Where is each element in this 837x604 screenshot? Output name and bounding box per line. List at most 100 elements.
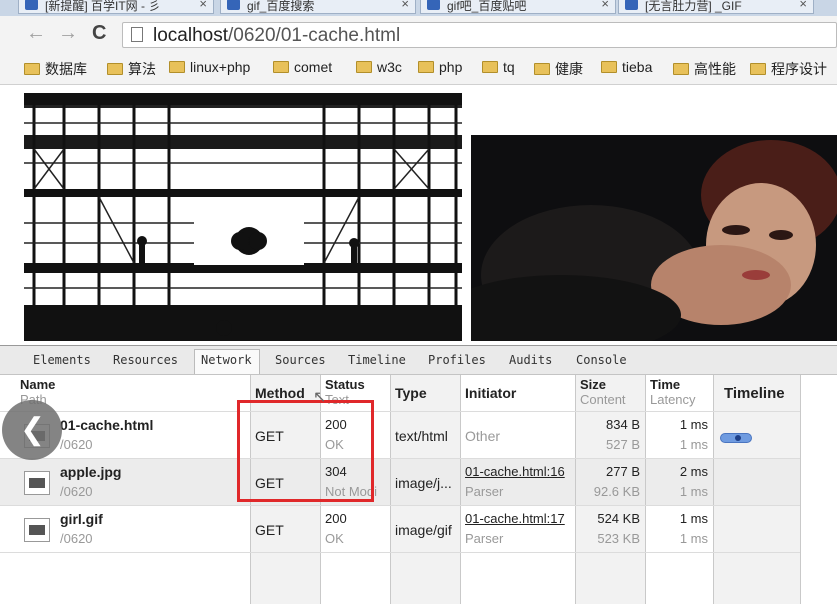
- tab-sources[interactable]: Sources: [275, 353, 326, 367]
- bookmark-folder[interactable]: 高性能: [673, 59, 736, 79]
- request-time: 1 ms: [679, 417, 708, 432]
- request-latency: 1 ms: [679, 531, 708, 546]
- reload-icon[interactable]: C: [92, 22, 106, 45]
- page-icon: [131, 27, 143, 42]
- browser-tab-1[interactable]: [新提醒] 百学IT网 - 彡 ×: [18, 0, 214, 14]
- column-divider: [713, 375, 714, 604]
- url-text[interactable]: localhost/0620/01-cache.html: [153, 25, 400, 47]
- bookmark-folder[interactable]: tq: [482, 59, 515, 75]
- bookmark-label: php: [439, 59, 463, 75]
- url-host: localhost: [153, 25, 228, 46]
- folder-icon: [418, 61, 434, 73]
- address-bar[interactable]: localhost/0620/01-cache.html: [122, 22, 837, 48]
- column-divider: [575, 375, 576, 604]
- mouse-cursor-icon: ↖: [313, 389, 327, 406]
- request-status-text: OK: [325, 531, 344, 546]
- bookmark-label: 程序设计: [771, 61, 827, 77]
- request-name[interactable]: apple.jpg: [60, 464, 121, 480]
- tab-close-icon[interactable]: ×: [199, 0, 207, 11]
- network-request-table: Name Path Method Status Text Type Initia…: [0, 375, 837, 604]
- request-path: /0620: [60, 531, 93, 546]
- apple-stage-image: [24, 93, 462, 341]
- tab-close-icon[interactable]: ×: [601, 0, 609, 11]
- tab-console[interactable]: Console: [576, 353, 627, 367]
- request-name[interactable]: girl.gif: [60, 511, 103, 527]
- bookmark-folder[interactable]: comet: [273, 59, 332, 75]
- tab-close-icon[interactable]: ×: [799, 0, 807, 11]
- bookmark-folder[interactable]: tieba: [601, 59, 652, 75]
- image-file-icon: [24, 518, 50, 542]
- request-initiator-sub: Parser: [465, 531, 504, 546]
- bookmarks-bar: 数据库 算法 linux+php comet w3c php tq 健康 tie…: [0, 54, 837, 85]
- bookmark-label: w3c: [377, 59, 402, 75]
- request-size: 834 B: [606, 417, 640, 432]
- bookmark-folder[interactable]: 健康: [534, 59, 583, 79]
- header-name[interactable]: Name: [20, 377, 55, 392]
- request-content-size: 523 KB: [597, 531, 640, 546]
- folder-icon: [169, 61, 185, 73]
- folder-icon: [601, 61, 617, 73]
- row-divider: [0, 505, 800, 506]
- folder-icon: [24, 63, 40, 75]
- timeline-bar[interactable]: [720, 433, 752, 443]
- favicon-icon: [25, 0, 38, 10]
- tab-elements[interactable]: Elements: [33, 353, 91, 367]
- request-name[interactable]: 01-cache.html: [60, 417, 153, 433]
- bookmark-label: 数据库: [45, 61, 87, 77]
- request-type: image/gif: [395, 522, 452, 538]
- tab-audits[interactable]: Audits: [509, 353, 552, 367]
- row-divider: [0, 458, 800, 459]
- bookmark-folder[interactable]: 数据库: [24, 59, 87, 79]
- tab-network[interactable]: Network: [201, 353, 252, 367]
- header-latency[interactable]: Latency: [650, 392, 696, 407]
- bookmark-label: linux+php: [190, 59, 251, 75]
- request-content-size: 92.6 KB: [593, 484, 640, 499]
- tab-title: gif_百度搜索: [247, 0, 315, 13]
- request-latency: 1 ms: [679, 437, 708, 452]
- request-status: 200: [325, 511, 347, 526]
- bookmark-folder[interactable]: w3c: [356, 59, 402, 75]
- tab-close-icon[interactable]: ×: [401, 0, 409, 11]
- browser-toolbar: ← → C localhost/0620/01-cache.html: [0, 16, 837, 54]
- header-method[interactable]: Method: [255, 385, 305, 401]
- favicon-icon: [427, 0, 440, 10]
- bookmark-folder[interactable]: php: [418, 59, 462, 75]
- bookmark-folder[interactable]: 算法: [107, 59, 156, 79]
- folder-icon: [273, 61, 289, 73]
- folder-icon: [482, 61, 498, 73]
- request-method: GET: [255, 522, 284, 538]
- header-timeline[interactable]: Timeline: [724, 385, 785, 402]
- bookmark-label: 算法: [128, 61, 156, 77]
- request-initiator: Other: [465, 428, 501, 444]
- browser-tab-3[interactable]: gif吧_百度贴吧 ×: [420, 0, 616, 14]
- forward-arrow-icon[interactable]: →: [58, 22, 78, 45]
- tab-profiles[interactable]: Profiles: [428, 353, 486, 367]
- bookmark-folder[interactable]: linux+php: [169, 59, 250, 75]
- folder-icon: [534, 63, 550, 75]
- header-time[interactable]: Time: [650, 377, 680, 392]
- tab-strip: [新提醒] 百学IT网 - 彡 × gif_百度搜索 × gif吧_百度贴吧 ×…: [0, 0, 837, 16]
- header-size[interactable]: Size: [580, 377, 606, 392]
- favicon-icon: [625, 0, 638, 10]
- request-initiator-link[interactable]: 01-cache.html:17: [465, 511, 565, 526]
- folder-icon: [356, 61, 372, 73]
- browser-tab-2[interactable]: gif_百度搜索 ×: [220, 0, 416, 14]
- bookmark-folder[interactable]: 程序设计: [750, 59, 827, 79]
- header-type[interactable]: Type: [395, 385, 427, 401]
- floating-back-button[interactable]: ❮: [2, 400, 62, 460]
- tab-title: [新提醒] 百学IT网 - 彡: [45, 0, 161, 13]
- header-initiator[interactable]: Initiator: [465, 385, 516, 401]
- back-arrow-icon[interactable]: ←: [26, 22, 46, 45]
- row-divider: [0, 552, 800, 553]
- devtools-tab-bar: Elements Resources Network Sources Timel…: [0, 346, 837, 375]
- browser-tab-4[interactable]: [无言肚力营] _GIF ×: [618, 0, 814, 14]
- image-file-icon: [24, 471, 50, 495]
- column-divider: [390, 375, 391, 604]
- column-divider: [800, 375, 801, 604]
- tab-resources[interactable]: Resources: [113, 353, 178, 367]
- header-status[interactable]: Status: [325, 377, 365, 392]
- header-content[interactable]: Content: [580, 392, 626, 407]
- request-initiator-link[interactable]: 01-cache.html:16: [465, 464, 565, 479]
- folder-icon: [750, 63, 766, 75]
- tab-timeline[interactable]: Timeline: [348, 353, 406, 367]
